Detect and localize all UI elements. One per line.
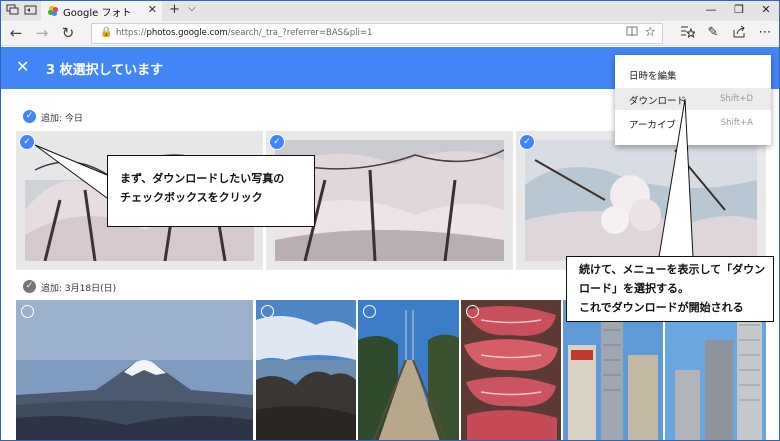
close-selection-icon[interactable]: ✕ <box>16 57 29 76</box>
address-toolbar: ← → ↻ 🔒 https://photos.google.com/search… <box>1 21 779 46</box>
menu-item-download[interactable]: ダウンロード Shift+D <box>615 88 771 110</box>
tab-preview-icon[interactable] <box>23 4 37 17</box>
suspension-bridge-photo <box>358 300 459 440</box>
tab-strip: Google フォト ✕ + ⌵ — ❐ ✕ <box>1 1 779 21</box>
minimize-icon[interactable]: — <box>701 3 721 16</box>
mount-fuji-photo <box>16 300 253 440</box>
section-march18-check-icon[interactable]: ✓ <box>23 280 36 293</box>
google-photos-pinwheel-icon <box>48 6 58 16</box>
star-icon[interactable]: ☆ <box>644 25 656 40</box>
callout-step1: まず、ダウンロードしたい写真の チェックボックスをクリック <box>107 155 315 227</box>
reading-view-icon[interactable] <box>626 26 638 40</box>
share-icon[interactable] <box>730 25 748 43</box>
menu-item-archive[interactable]: アーカイブ Shift+A <box>615 112 771 134</box>
photo-tile[interactable] <box>358 300 459 440</box>
photo-checkbox-icon[interactable] <box>21 305 34 318</box>
raw-beef-photo <box>461 300 561 440</box>
browser-window: Google フォト ✕ + ⌵ — ❐ ✕ ← → ↻ 🔒 https://p… <box>0 0 780 441</box>
pen-icon[interactable]: ✎ <box>704 25 722 41</box>
tab-close-icon[interactable]: ✕ <box>148 3 157 16</box>
tab-set-aside-icon[interactable] <box>5 4 19 17</box>
photo-tile[interactable] <box>461 300 561 440</box>
photo-tile[interactable] <box>16 300 253 440</box>
photo-tile[interactable] <box>256 300 356 440</box>
close-icon[interactable]: ✕ <box>756 3 776 16</box>
cherry-blossom-closeup-photo <box>525 140 757 261</box>
tab-google-photos[interactable]: Google フォト ✕ <box>41 1 162 21</box>
callout-step2: 続けて、メニューを表示して「ダウン ロード」を選択する。 これでダウンロードが開… <box>566 256 774 322</box>
photo-checkbox-icon[interactable] <box>466 305 479 318</box>
section-today-label: 追加: 今日 <box>41 114 83 124</box>
selection-count: 3 枚選択しています <box>46 63 164 78</box>
more-horizontal-icon[interactable]: ⋯ <box>756 25 774 41</box>
tab-title: Google フォト <box>63 8 132 19</box>
photo-tile[interactable]: ✓ <box>516 131 766 270</box>
menu-item-label: ダウンロード <box>629 96 687 107</box>
url-text: https://photos.google.com/search/_tra_?r… <box>116 28 373 38</box>
section-march18-label: 追加: 3月18日(日) <box>41 284 117 294</box>
menu-item-shortcut: Shift+A <box>720 118 753 128</box>
arrow-right-icon[interactable]: → <box>33 24 51 42</box>
menu-item-label: 日時を編集 <box>629 71 677 82</box>
menu-item-shortcut: Shift+D <box>720 94 753 104</box>
plus-icon[interactable]: + <box>169 2 180 17</box>
photo-checkbox-icon[interactable] <box>363 305 376 318</box>
favorites-hub-icon[interactable] <box>678 25 696 43</box>
photo-checkbox-icon[interactable] <box>261 305 274 318</box>
address-bar[interactable]: 🔒 https://photos.google.com/search/_tra_… <box>91 23 663 44</box>
arrow-left-icon[interactable]: ← <box>7 24 25 42</box>
menu-item-edit-datetime[interactable]: 日時を編集 <box>615 63 771 85</box>
photo-checkbox-icon[interactable]: ✓ <box>20 135 34 149</box>
photo-checkbox-icon[interactable]: ✓ <box>520 135 534 149</box>
refresh-icon[interactable]: ↻ <box>59 24 77 42</box>
photo-checkbox-icon[interactable]: ✓ <box>270 135 284 149</box>
menu-item-label: アーカイブ <box>629 120 676 131</box>
coastal-rocks-photo <box>256 300 356 440</box>
more-options-menu: 日時を編集 ダウンロード Shift+D アーカイブ Shift+A <box>615 55 771 145</box>
chevron-down-icon[interactable]: ⌵ <box>188 3 196 14</box>
lock-icon: 🔒 <box>100 27 113 38</box>
restore-icon[interactable]: ❐ <box>729 3 749 16</box>
section-today-check-icon[interactable]: ✓ <box>23 110 36 123</box>
